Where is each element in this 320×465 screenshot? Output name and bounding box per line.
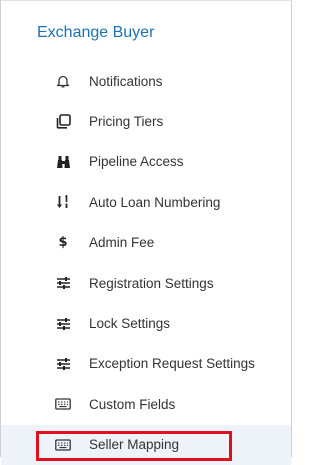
settings-menu: Notifications Pricing Tiers Pipeline Acc… <box>1 61 291 465</box>
sliders-icon <box>55 275 71 291</box>
menu-item-label: Lock Settings <box>89 316 171 332</box>
sort-numeric-icon <box>55 194 71 210</box>
dollar-icon: $ <box>58 234 68 250</box>
menu-item-label: Pipeline Access <box>89 154 184 170</box>
menu-item-label: Pricing Tiers <box>89 114 164 130</box>
menu-item-label: Notifications <box>89 73 163 89</box>
menu-item-admin-fee[interactable]: $ Admin Fee <box>1 223 291 263</box>
keyboard-icon <box>55 396 71 412</box>
sliders-icon <box>55 356 71 372</box>
menu-item-label: Admin Fee <box>89 235 155 251</box>
binoculars-icon <box>55 154 71 170</box>
menu-item-label: Custom Fields <box>89 396 176 412</box>
menu-item-label: Exception Request Settings <box>89 356 255 372</box>
menu-item-pricing-tiers[interactable]: Pricing Tiers <box>1 101 291 141</box>
section-title: Exchange Buyer <box>37 24 155 41</box>
menu-item-seller-mapping[interactable]: Seller Mapping <box>1 424 291 465</box>
copy-icon <box>55 114 71 130</box>
sliders-icon <box>55 316 71 332</box>
settings-sidebar: Exchange Buyer Notifications Pricing Tie… <box>0 0 292 465</box>
menu-item-custom-fields[interactable]: Custom Fields <box>1 384 291 424</box>
menu-item-pipeline-access[interactable]: Pipeline Access <box>1 142 291 182</box>
menu-item-auto-loan-numbering[interactable]: Auto Loan Numbering <box>1 182 291 222</box>
keyboard-icon <box>55 437 71 453</box>
menu-item-exception-request-settings[interactable]: Exception Request Settings <box>1 344 291 384</box>
menu-item-label: Seller Mapping <box>89 437 180 453</box>
menu-item-registration-settings[interactable]: Registration Settings <box>1 263 291 303</box>
menu-item-lock-settings[interactable]: Lock Settings <box>1 303 291 343</box>
menu-item-label: Registration Settings <box>89 275 214 291</box>
menu-item-notifications[interactable]: Notifications <box>1 61 291 101</box>
bell-icon <box>55 73 71 89</box>
divider <box>1 0 292 1</box>
menu-item-label: Auto Loan Numbering <box>89 194 221 210</box>
